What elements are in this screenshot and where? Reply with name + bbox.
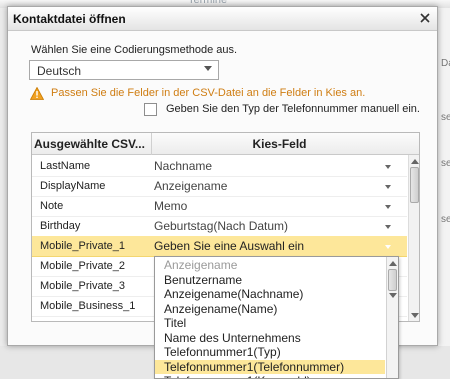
dialog-titlebar[interactable]: Kontaktdatei öffnen: [8, 7, 437, 31]
csv-field-cell: Mobile_Business_1: [40, 300, 136, 312]
scroll-up-icon[interactable]: [411, 159, 419, 164]
background-text-fragment: se: [441, 158, 450, 169]
kies-field-select[interactable]: Geben Sie eine Auswahl ein: [154, 239, 304, 253]
scroll-down-icon[interactable]: [389, 293, 397, 298]
dialog-title: Kontaktdatei öffnen: [13, 12, 126, 26]
kies-field-select[interactable]: Geburtstag(Nach Datum): [154, 219, 288, 233]
csv-field-cell: LastName: [40, 160, 91, 172]
manual-phone-type-checkbox[interactable]: [144, 103, 157, 116]
close-icon[interactable]: [417, 10, 433, 26]
background-text-fragment: Da: [441, 58, 450, 69]
chevron-down-icon[interactable]: [385, 205, 391, 209]
chevron-down-icon[interactable]: [385, 165, 391, 169]
dropdown-option[interactable]: Titel: [155, 316, 385, 330]
encoding-select[interactable]: Deutsch: [29, 60, 219, 80]
dropdown-option[interactable]: Name des Unternehmens: [155, 331, 385, 345]
kies-field-select[interactable]: Memo: [154, 199, 187, 213]
background-text-fragment: se: [441, 214, 450, 225]
scroll-down-icon[interactable]: [411, 313, 419, 318]
column-header-csv[interactable]: Ausgewählte CSV...: [34, 133, 152, 155]
dropdown-option[interactable]: Telefonnummer1(Telefonnummer): [155, 359, 385, 374]
column-header-kies[interactable]: Kies-Feld: [152, 133, 407, 155]
table-row[interactable]: Mobile_Private_1 Geben Sie eine Auswahl e…: [32, 236, 407, 257]
background-text-fragment: se: [441, 112, 450, 123]
table-header: Ausgewählte CSV... Kies-Feld: [32, 133, 419, 155]
csv-field-cell: Mobile_Private_3: [40, 280, 125, 292]
table-scrollbar[interactable]: [408, 155, 419, 321]
csv-field-cell: Note: [40, 200, 64, 212]
dropdown-option[interactable]: Anzeigename: [155, 258, 385, 272]
csv-field-cell: Mobile_Private_1: [40, 240, 125, 252]
manual-phone-type-label[interactable]: Geben Sie den Typ der Telefonnummer manu…: [166, 103, 420, 115]
csv-field-cell: DisplayName: [40, 180, 106, 192]
chevron-down-icon[interactable]: [385, 245, 391, 249]
dropdown-option[interactable]: Telefonnummer1(Kurzwahl): [155, 374, 385, 378]
table-row[interactable]: LastName Nachname: [32, 156, 407, 177]
kies-field-dropdown-list: Anzeigename Benutzername Anzeigename(Nachn…: [154, 256, 399, 379]
scrollbar-thumb[interactable]: [410, 167, 419, 203]
chevron-down-icon[interactable]: [385, 225, 391, 229]
table-row[interactable]: Birthday Geburtstag(Nach Datum): [32, 216, 407, 237]
scroll-up-icon[interactable]: [389, 261, 397, 266]
dropdown-option[interactable]: Telefonnummer1(Typ): [155, 345, 385, 359]
csv-field-cell: Mobile_Private_2: [40, 260, 125, 272]
dropdown-option[interactable]: Anzeigename(Nachname): [155, 287, 385, 301]
table-row[interactable]: DisplayName Anzeigename: [32, 176, 407, 197]
dropdown-scrollbar-thumb[interactable]: [388, 269, 397, 291]
table-row[interactable]: Note Memo: [32, 196, 407, 217]
warning-text: Passen Sie die Felder in der CSV-Datei a…: [51, 87, 366, 99]
chevron-down-icon[interactable]: [385, 185, 391, 189]
warning-icon: [30, 87, 44, 100]
kies-field-select[interactable]: Nachname: [154, 159, 212, 173]
dropdown-option[interactable]: Benutzername: [155, 273, 385, 287]
dropdown-option[interactable]: Anzeigename(Name): [155, 302, 385, 316]
encoding-label: Wählen Sie eine Codierungsmethode aus.: [31, 44, 238, 56]
chevron-down-icon: [204, 66, 212, 71]
dropdown-scrollbar[interactable]: [386, 257, 398, 378]
encoding-select-value: Deutsch: [37, 64, 82, 78]
kies-field-select[interactable]: Anzeigename: [154, 179, 227, 193]
csv-field-cell: Birthday: [40, 220, 81, 232]
